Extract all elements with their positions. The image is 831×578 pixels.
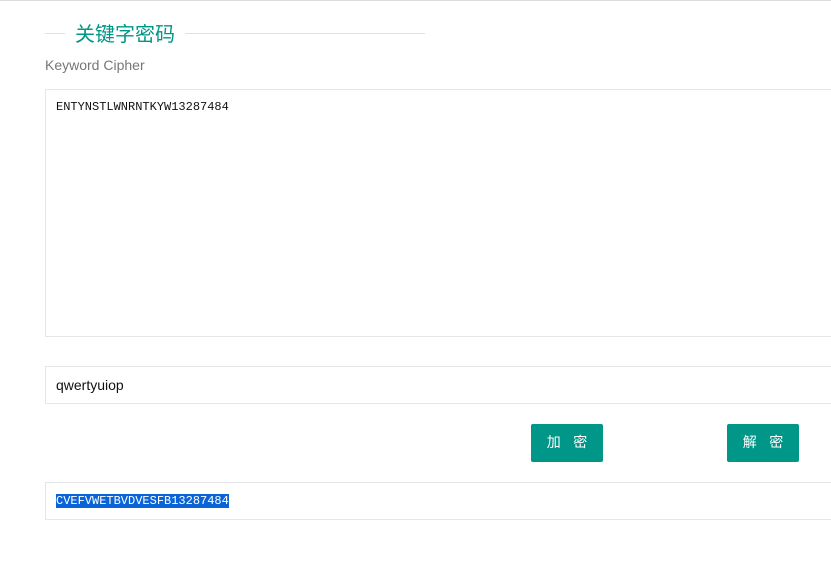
encrypt-button[interactable]: 加 密 bbox=[531, 424, 603, 462]
keyword-value: qwertyuiop bbox=[56, 377, 124, 393]
top-divider bbox=[0, 0, 831, 1]
plaintext-input[interactable]: ENTYNSTLWNRNTKYW13287484 bbox=[45, 89, 831, 337]
result-output[interactable]: CVEFVWETBVDVESFB13287484 bbox=[45, 482, 831, 520]
header-rule-left bbox=[45, 33, 65, 34]
header-rule-right bbox=[185, 33, 425, 34]
section-header: 关键字密码 bbox=[45, 20, 425, 48]
page-title: 关键字密码 bbox=[75, 22, 175, 46]
decrypt-button[interactable]: 解 密 bbox=[727, 424, 799, 462]
plaintext-value: ENTYNSTLWNRNTKYW13287484 bbox=[56, 100, 229, 114]
result-value: CVEFVWETBVDVESFB13287484 bbox=[56, 494, 229, 508]
keyword-input[interactable]: qwertyuiop bbox=[45, 366, 831, 404]
page-subtitle: Keyword Cipher bbox=[45, 57, 145, 73]
